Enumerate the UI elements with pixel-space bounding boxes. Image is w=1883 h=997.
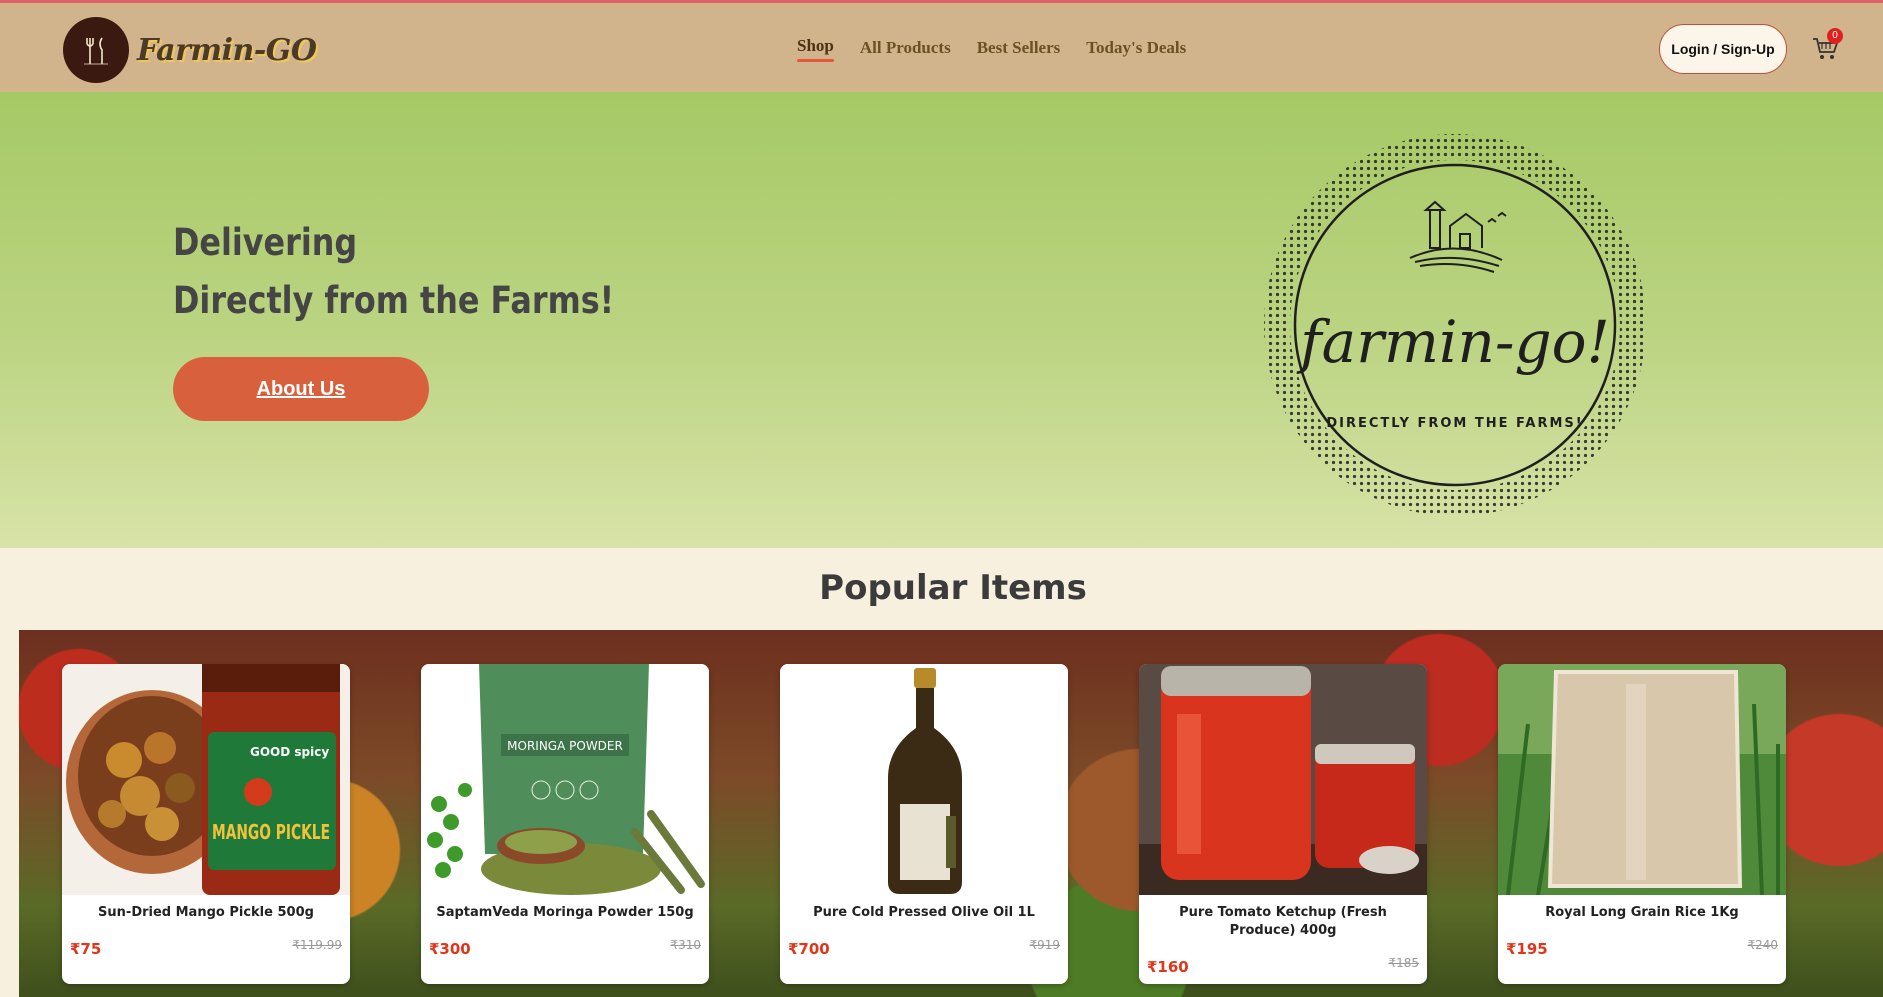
- product-price: ₹75: [70, 940, 102, 958]
- product-card-long-grain-rice[interactable]: Royal Long Grain Rice 1Kg ₹195 ₹240: [1498, 664, 1786, 984]
- main-nav: Shop All Products Best Sellers Today's D…: [797, 36, 1186, 62]
- product-card-tomato-ketchup[interactable]: Pure Tomato Ketchup (Fresh Produce) 400g…: [1139, 664, 1427, 984]
- brand-logo[interactable]: [63, 17, 129, 83]
- nav-link-shop[interactable]: Shop: [797, 36, 834, 62]
- product-image-olive-oil[interactable]: [780, 664, 1068, 895]
- brand-name[interactable]: Farmin-GO: [137, 33, 317, 68]
- svg-text:GOOD spicy: GOOD spicy: [250, 745, 329, 759]
- product-price: ₹300: [429, 940, 471, 958]
- product-price: ₹160: [1147, 958, 1189, 976]
- wheat-fork-icon: [84, 37, 108, 65]
- product-name[interactable]: Pure Cold Pressed Olive Oil 1L: [790, 904, 1058, 922]
- product-name[interactable]: SaptamVeda Moringa Powder 150g: [431, 904, 699, 922]
- login-signup-button[interactable]: Login / Sign-Up: [1659, 24, 1787, 74]
- about-us-button[interactable]: About Us: [173, 357, 429, 421]
- popular-items-carousel: GOOD spicy MANGO PICKLE Sun-Dried Mango …: [62, 664, 1786, 984]
- product-name[interactable]: Sun-Dried Mango Pickle 500g: [72, 904, 340, 922]
- product-image-moringa-powder[interactable]: MORINGA POWDER: [421, 664, 709, 895]
- farm-icon: [1409, 200, 1507, 273]
- product-price: ₹700: [788, 940, 830, 958]
- product-image-mango-pickle[interactable]: GOOD spicy MANGO PICKLE: [62, 664, 350, 895]
- emblem-script: farmin-go!: [1296, 308, 1610, 376]
- product-name[interactable]: Royal Long Grain Rice 1Kg: [1508, 904, 1776, 922]
- hero-title-line2: Directly from the Farms!: [173, 279, 615, 322]
- product-old-price: ₹310: [670, 938, 701, 952]
- nav-link-todays-deals[interactable]: Today's Deals: [1086, 38, 1186, 58]
- emblem-tagline: DIRECTLY FROM THE FARMS!: [1326, 416, 1583, 431]
- product-name[interactable]: Pure Tomato Ketchup (Fresh Produce) 400g: [1149, 904, 1417, 940]
- product-card-mango-pickle[interactable]: GOOD spicy MANGO PICKLE Sun-Dried Mango …: [62, 664, 350, 984]
- farmin-go-emblem: farmin-go! DIRECTLY FROM THE FARMS!: [1264, 134, 1646, 516]
- product-old-price: ₹119.99: [292, 938, 342, 952]
- product-image-long-grain-rice[interactable]: [1498, 664, 1786, 895]
- product-card-olive-oil[interactable]: Pure Cold Pressed Olive Oil 1L ₹700 ₹919: [780, 664, 1068, 984]
- product-old-price: ₹919: [1029, 938, 1060, 952]
- nav-link-best-sellers[interactable]: Best Sellers: [977, 38, 1061, 58]
- hero-banner: Delivering Directly from the Farms! Abou…: [0, 92, 1883, 548]
- product-card-moringa-powder[interactable]: MORINGA POWDER SaptamVeda Moringa Powder…: [421, 664, 709, 984]
- product-old-price: ₹185: [1388, 956, 1419, 970]
- hero-title-line1: Delivering: [173, 221, 358, 264]
- svg-text:MANGO PICKLE: MANGO PICKLE: [212, 820, 330, 844]
- product-image-tomato-ketchup[interactable]: [1139, 664, 1427, 895]
- brand[interactable]: Farmin-GO: [63, 17, 317, 83]
- product-old-price: ₹240: [1747, 938, 1778, 952]
- product-price: ₹195: [1506, 940, 1548, 958]
- cart-count-badge: 0: [1827, 28, 1843, 44]
- hero-title: Delivering Directly from the Farms!: [173, 214, 614, 330]
- popular-items-title: Popular Items: [819, 568, 1087, 608]
- svg-text:MORINGA POWDER: MORINGA POWDER: [507, 739, 623, 753]
- navbar: Farmin-GO Shop All Products Best Sellers…: [0, 0, 1883, 92]
- nav-link-all-products[interactable]: All Products: [860, 38, 951, 58]
